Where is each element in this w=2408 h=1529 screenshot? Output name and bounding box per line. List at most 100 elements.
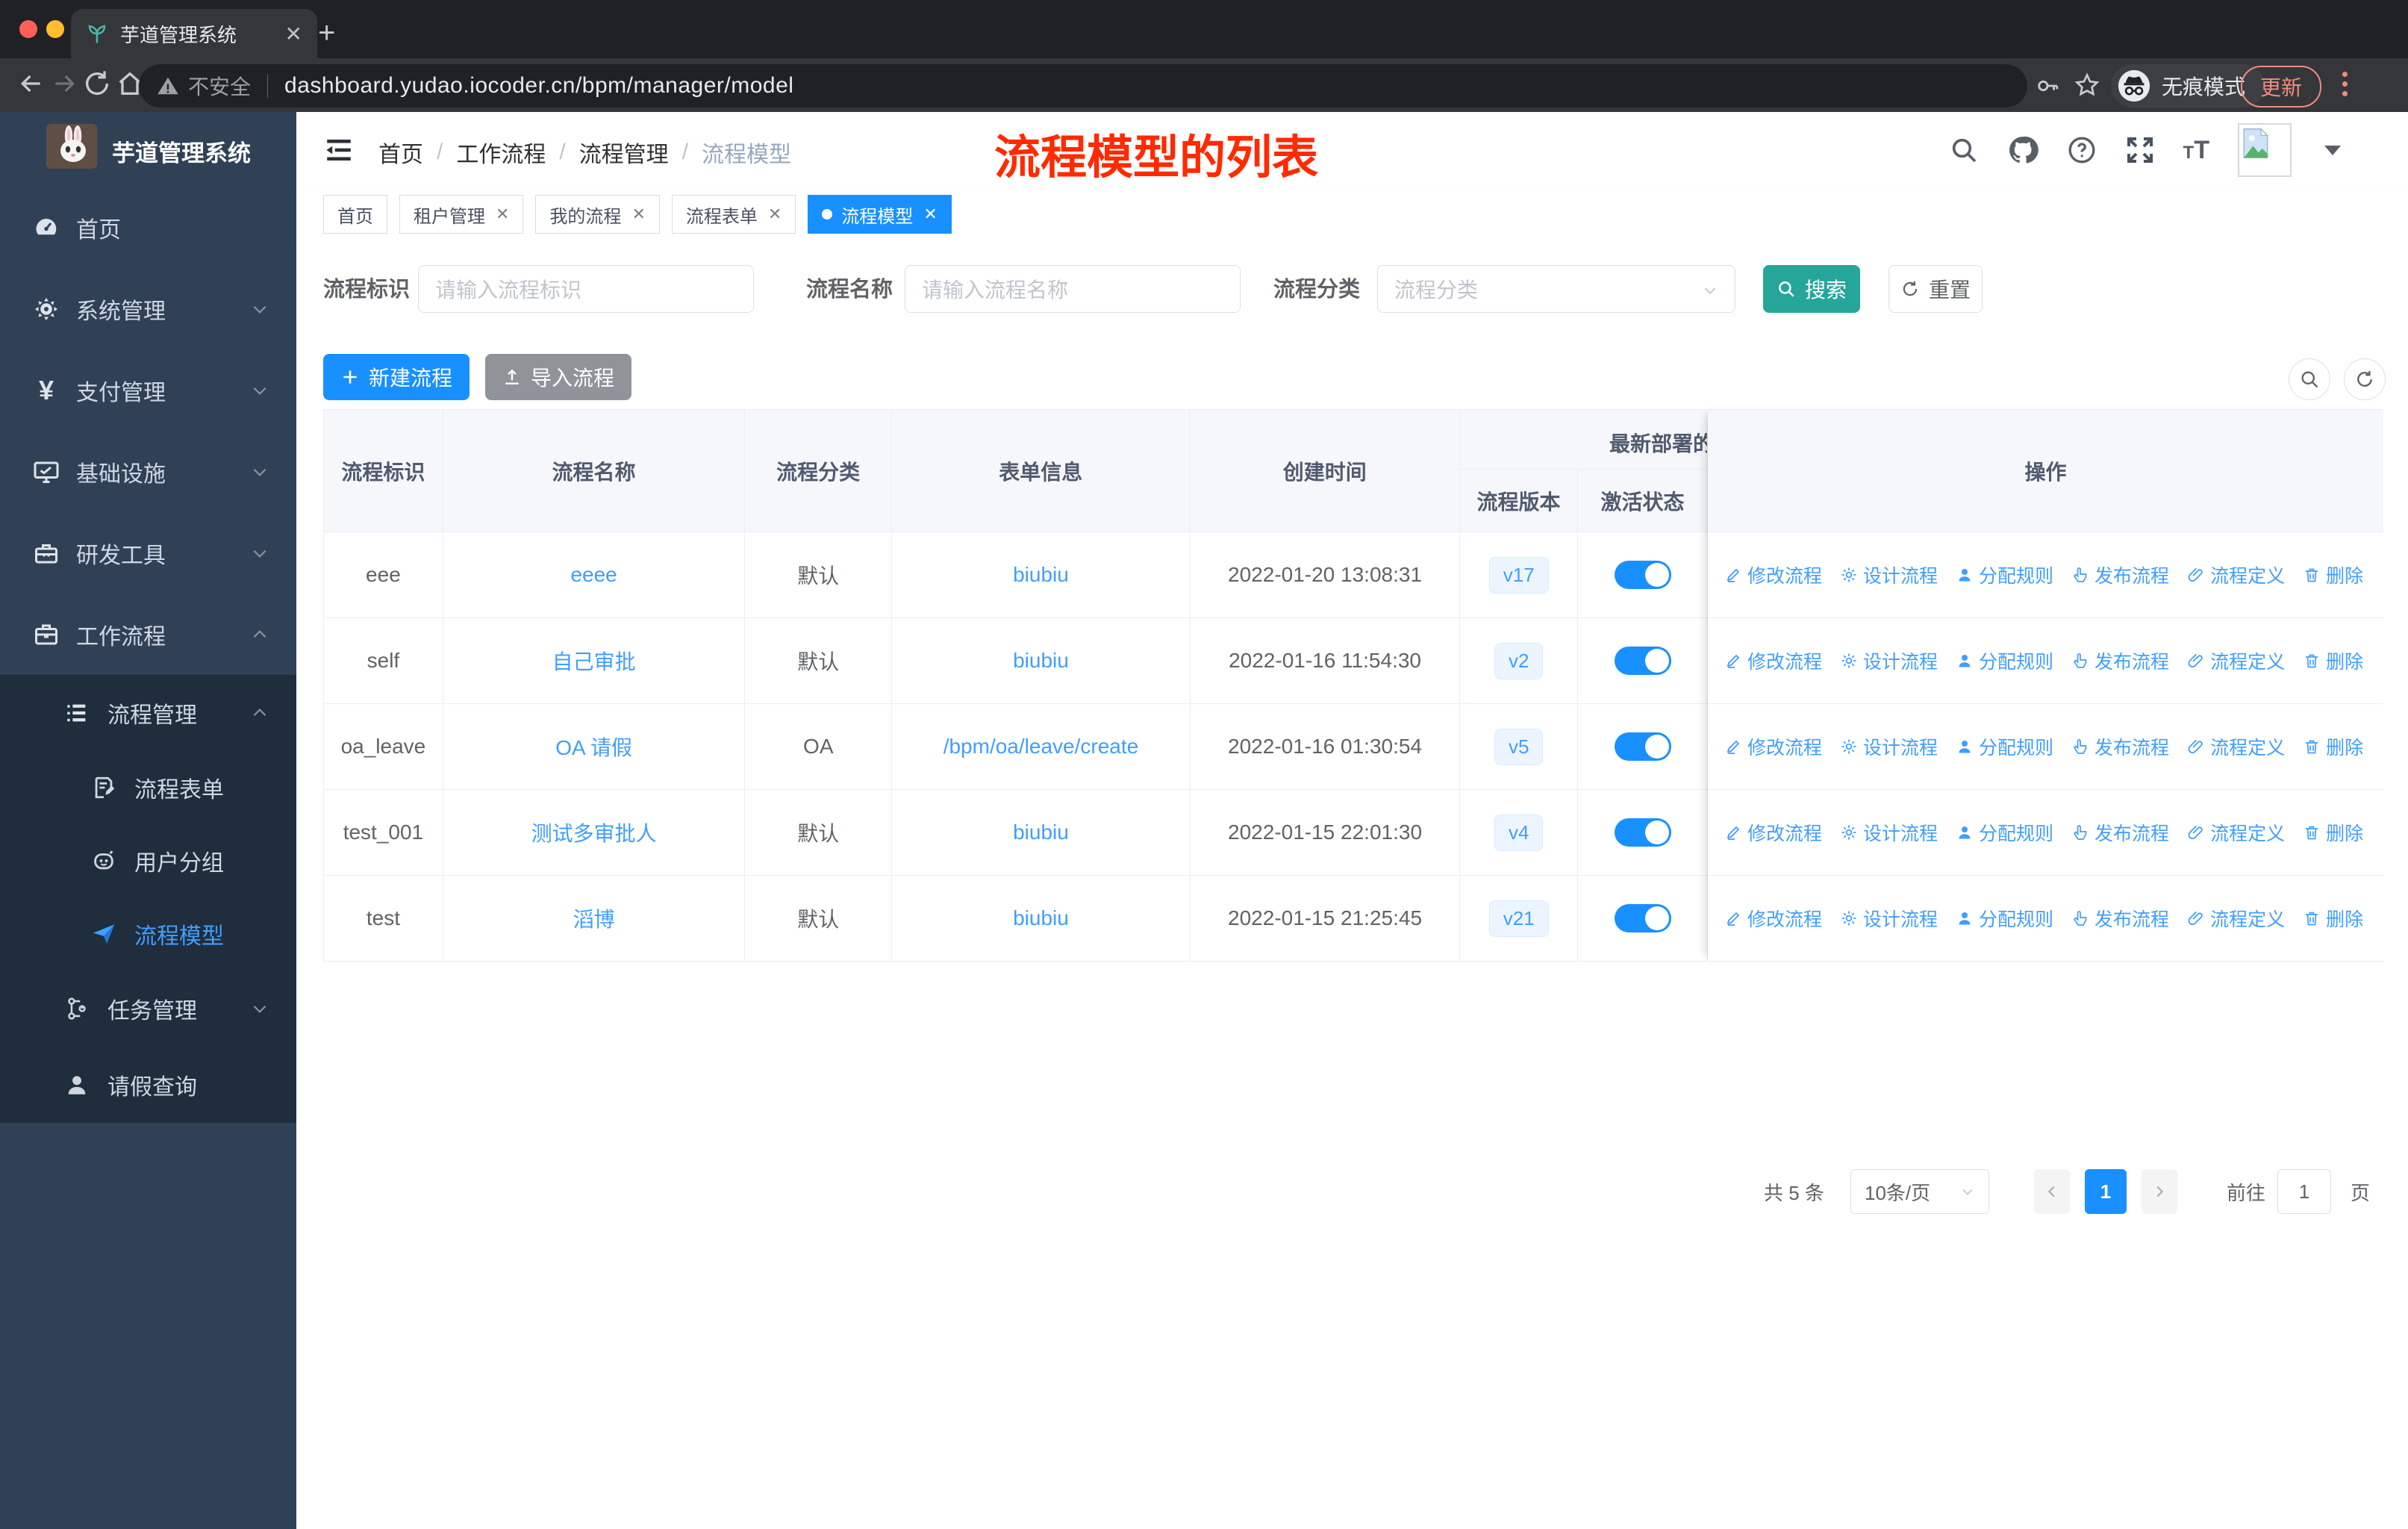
assign-rule-link[interactable]: 分配规则 [1956, 561, 2053, 588]
browser-update-button[interactable]: 更新 [2241, 66, 2321, 108]
publish-process-link[interactable]: 发布流程 [2071, 561, 2169, 588]
sidebar-item-system[interactable]: 系统管理 [0, 268, 296, 349]
active-toggle[interactable] [1614, 904, 1671, 932]
tag-process-form[interactable]: 流程表单 ✕ [671, 195, 796, 234]
sidebar-item-process-model[interactable]: 流程模型 [0, 897, 296, 971]
avatar[interactable] [2238, 123, 2292, 177]
address-bar[interactable]: 不安全 dashboard.yudao.iocoder.cn/bpm/manag… [139, 64, 2027, 108]
import-process-button[interactable]: 导入流程 [485, 354, 631, 400]
create-process-button[interactable]: 新建流程 [323, 354, 470, 400]
process-name-link[interactable]: 自己审批 [552, 646, 636, 676]
design-process-link[interactable]: 设计流程 [1840, 819, 1938, 846]
sidebar-item-task-management[interactable]: 任务管理 [0, 971, 296, 1047]
goto-page-input[interactable]: 1 [2277, 1169, 2331, 1214]
form-info-link[interactable]: biubiu [1013, 649, 1069, 673]
process-definition-link[interactable]: 流程定义 [2187, 905, 2285, 932]
delete-link[interactable]: 删除 [2303, 561, 2363, 588]
design-process-link[interactable]: 设计流程 [1840, 905, 1938, 932]
process-key-input[interactable]: 请输入流程标识 [418, 265, 754, 313]
tag-process-model[interactable]: 流程模型 ✕ [808, 195, 952, 234]
fullscreen-icon[interactable] [2125, 135, 2155, 165]
tag-close-icon[interactable]: ✕ [923, 205, 937, 224]
sidebar-item-process-form[interactable]: 流程表单 [0, 751, 296, 824]
active-toggle[interactable] [1614, 818, 1671, 847]
form-info-link[interactable]: biubiu [1013, 563, 1069, 587]
publish-process-link[interactable]: 发布流程 [2071, 905, 2169, 932]
publish-process-link[interactable]: 发布流程 [2071, 647, 2169, 674]
tag-close-icon[interactable]: ✕ [496, 205, 509, 224]
delete-link[interactable]: 删除 [2303, 647, 2363, 674]
delete-link[interactable]: 删除 [2303, 905, 2363, 932]
avatar-caret-icon[interactable] [2324, 145, 2341, 155]
process-definition-link[interactable]: 流程定义 [2187, 561, 2285, 588]
design-process-link[interactable]: 设计流程 [1840, 561, 1938, 588]
process-definition-link[interactable]: 流程定义 [2187, 819, 2285, 846]
help-icon[interactable] [2067, 135, 2097, 165]
sidebar-item-devtools[interactable]: 研发工具 [0, 512, 296, 594]
design-process-link[interactable]: 设计流程 [1840, 647, 1938, 674]
sidebar-logo-row[interactable]: 芋道管理系统 [0, 112, 296, 187]
sidebar-collapse-icon[interactable] [323, 134, 355, 166]
prev-page-button[interactable] [2034, 1169, 2070, 1214]
process-name-input[interactable]: 请输入流程名称 [905, 265, 1241, 313]
delete-link[interactable]: 删除 [2303, 733, 2363, 760]
assign-rule-link[interactable]: 分配规则 [1956, 733, 2053, 760]
tag-close-icon[interactable]: ✕ [768, 205, 782, 224]
assign-rule-link[interactable]: 分配规则 [1956, 905, 2053, 932]
sidebar-item-home[interactable]: 首页 [0, 187, 296, 268]
design-process-link[interactable]: 设计流程 [1840, 733, 1938, 760]
process-category-select[interactable]: 流程分类 [1377, 265, 1735, 313]
modify-process-link[interactable]: 修改流程 [1724, 647, 1822, 674]
process-name-link[interactable]: 滔博 [573, 903, 615, 933]
page-size-select[interactable]: 10条/页 [1850, 1169, 1989, 1214]
key-icon[interactable] [2035, 73, 2060, 99]
publish-process-link[interactable]: 发布流程 [2071, 819, 2169, 846]
window-minimize-button[interactable] [46, 20, 64, 38]
assign-rule-link[interactable]: 分配规则 [1956, 819, 2053, 846]
github-icon[interactable] [2007, 134, 2039, 166]
header-search-icon[interactable] [1949, 135, 1979, 165]
sidebar-item-infrastructure[interactable]: 基础设施 [0, 431, 296, 512]
toggle-search-button[interactable] [2289, 358, 2330, 400]
sidebar-item-user-group[interactable]: 用户分组 [0, 824, 296, 897]
active-toggle[interactable] [1614, 732, 1671, 761]
back-icon[interactable] [16, 69, 46, 99]
font-size-icon[interactable]: TT [2183, 136, 2209, 165]
current-page-button[interactable]: 1 [2085, 1169, 2127, 1214]
reload-icon[interactable] [82, 69, 112, 99]
tag-home[interactable]: 首页 [323, 195, 387, 234]
tag-tenant[interactable]: 租户管理 ✕ [399, 195, 524, 234]
modify-process-link[interactable]: 修改流程 [1724, 819, 1822, 846]
bookmark-star-icon[interactable] [2074, 72, 2100, 99]
modify-process-link[interactable]: 修改流程 [1724, 905, 1822, 932]
window-close-button[interactable] [19, 20, 37, 38]
tag-close-icon[interactable]: ✕ [631, 205, 645, 224]
breadcrumb-workflow[interactable]: 工作流程 [456, 136, 546, 169]
search-button[interactable]: 搜索 [1763, 265, 1860, 313]
process-name-link[interactable]: OA 请假 [555, 732, 632, 762]
breadcrumb-process-management[interactable]: 流程管理 [579, 136, 669, 169]
sidebar-item-leave-query[interactable]: 请假查询 [0, 1047, 296, 1123]
modify-process-link[interactable]: 修改流程 [1724, 561, 1822, 588]
assign-rule-link[interactable]: 分配规则 [1956, 647, 2053, 674]
browser-menu-icon[interactable] [2342, 72, 2348, 101]
form-info-link[interactable]: /bpm/oa/leave/create [943, 735, 1139, 759]
form-info-link[interactable]: biubiu [1013, 906, 1069, 930]
next-page-button[interactable] [2142, 1169, 2177, 1214]
modify-process-link[interactable]: 修改流程 [1724, 733, 1822, 760]
process-definition-link[interactable]: 流程定义 [2187, 647, 2285, 674]
refresh-table-button[interactable] [2344, 358, 2386, 400]
reset-button[interactable]: 重置 [1888, 265, 1983, 313]
sidebar-item-payment[interactable]: ¥ 支付管理 [0, 349, 296, 431]
publish-process-link[interactable]: 发布流程 [2071, 733, 2169, 760]
browser-tab[interactable]: 芋道管理系统 ✕ [71, 9, 317, 58]
tag-my-process[interactable]: 我的流程 ✕ [535, 195, 660, 234]
process-name-link[interactable]: eeee [570, 563, 617, 587]
form-info-link[interactable]: biubiu [1013, 820, 1069, 844]
new-tab-button[interactable]: + [318, 16, 335, 50]
process-definition-link[interactable]: 流程定义 [2187, 733, 2285, 760]
process-name-link[interactable]: 测试多审批人 [531, 818, 657, 847]
forward-icon[interactable] [49, 69, 79, 99]
tab-close-icon[interactable]: ✕ [285, 22, 302, 46]
delete-link[interactable]: 删除 [2303, 819, 2363, 846]
